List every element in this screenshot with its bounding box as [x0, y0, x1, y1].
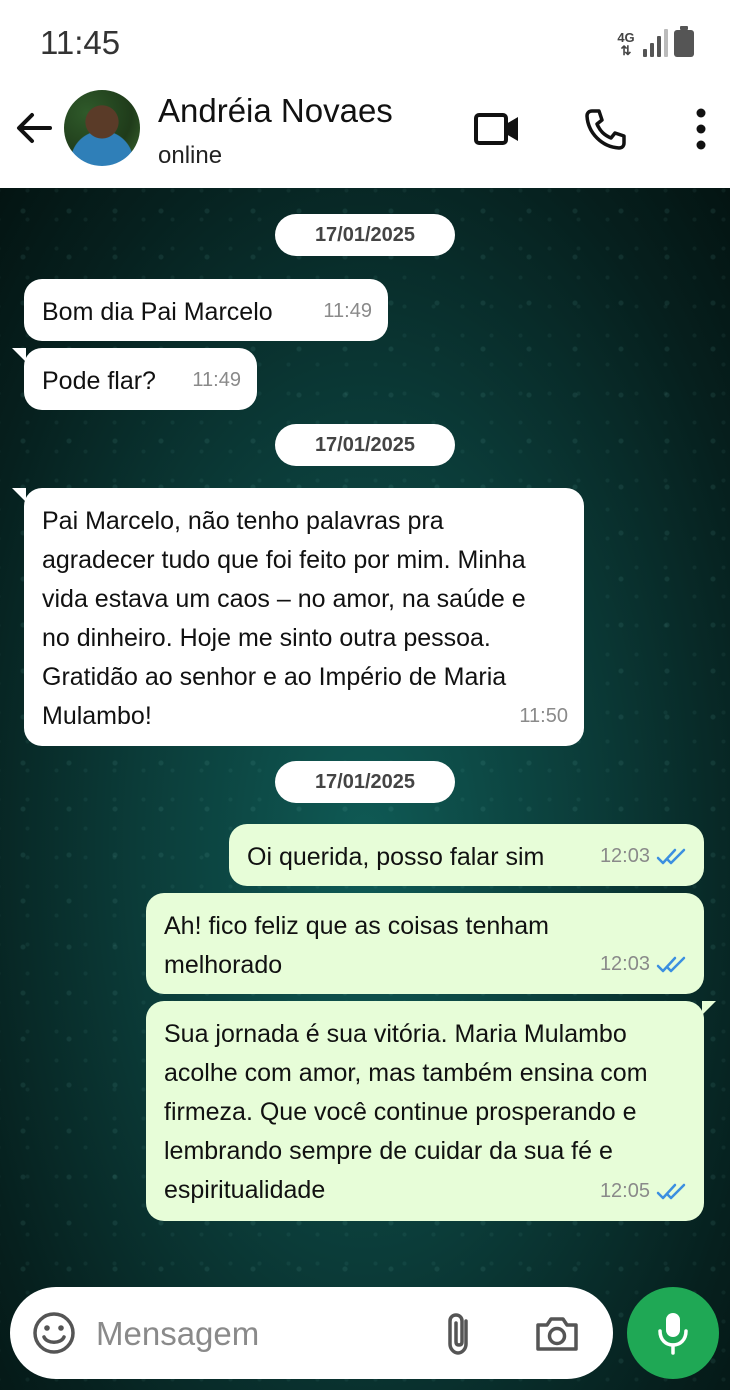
- message-outgoing[interactable]: Sua jornada é sua vitória. Maria Mulambo…: [146, 1001, 716, 1221]
- message-outgoing[interactable]: Oi querida, posso falar sim 12:03: [229, 824, 704, 886]
- attach-button[interactable]: [440, 1311, 480, 1362]
- date-separator: 17/01/2025: [275, 214, 455, 256]
- bubble-tail: [12, 488, 26, 502]
- more-vert-icon: [696, 108, 706, 150]
- voice-call-button[interactable]: [578, 102, 632, 156]
- back-button[interactable]: [12, 106, 56, 150]
- phone-icon: [585, 109, 626, 150]
- video-call-button[interactable]: [470, 102, 524, 156]
- more-options-button[interactable]: [674, 102, 728, 156]
- message-incoming[interactable]: Pode flar? 11:49: [12, 348, 257, 410]
- message-input-bar: Mensagem: [10, 1287, 613, 1379]
- message-text: Ah! fico feliz que as coisas tenham melh…: [164, 912, 549, 979]
- back-arrow-icon: [17, 113, 52, 143]
- double-check-icon: [656, 1183, 686, 1199]
- message-outgoing[interactable]: Ah! fico feliz que as coisas tenham melh…: [146, 893, 704, 994]
- network-indicator: 4G ⇅: [615, 31, 637, 57]
- contact-status: online: [158, 142, 223, 169]
- double-check-icon: [656, 848, 686, 864]
- camera-icon: [536, 1317, 578, 1351]
- message-time: 12:03: [599, 953, 650, 975]
- avatar[interactable]: [64, 90, 140, 166]
- date-separator: 17/01/2025: [275, 424, 455, 466]
- date-separator: 17/01/2025: [275, 761, 455, 803]
- mic-button[interactable]: [627, 1287, 719, 1379]
- message-time: 11:50: [519, 705, 568, 727]
- attach-icon: [448, 1313, 468, 1355]
- status-time: 11:45: [40, 24, 121, 61]
- message-incoming[interactable]: Pai Marcelo, não tenho palavras pra agra…: [12, 488, 584, 746]
- message-text: Bom dia Pai Marcelo: [42, 298, 273, 326]
- message-time: 12:03: [599, 845, 650, 867]
- emoji-button[interactable]: [32, 1311, 76, 1360]
- double-check-icon: [656, 956, 686, 972]
- bubble-tail: [702, 1001, 716, 1015]
- camera-button[interactable]: [534, 1313, 580, 1358]
- mic-icon: [658, 1313, 688, 1355]
- status-bar: 11:45 4G ⇅: [0, 0, 730, 80]
- contact-name[interactable]: Andréia Novaes: [158, 92, 393, 130]
- message-time: 11:49: [192, 369, 241, 391]
- message-text: Pai Marcelo, não tenho palavras pra agra…: [42, 507, 526, 730]
- message-input[interactable]: Mensagem: [96, 1315, 259, 1353]
- bubble-tail: [12, 348, 26, 362]
- message-time: 12:05: [599, 1180, 650, 1202]
- status-icons: 4G ⇅: [615, 26, 694, 57]
- message-incoming[interactable]: Bom dia Pai Marcelo 11:49: [24, 279, 388, 341]
- data-arrows-icon: ⇅: [620, 43, 632, 58]
- video-call-icon: [474, 113, 518, 145]
- battery-icon: [674, 26, 694, 57]
- message-time: 11:49: [323, 300, 372, 322]
- signal-icon: [643, 27, 668, 57]
- chat-area[interactable]: 17/01/2025 Bom dia Pai Marcelo 11:49 Pod…: [0, 188, 730, 1390]
- emoji-icon: [33, 1312, 75, 1354]
- chat-header: Andréia Novaes online: [0, 80, 730, 188]
